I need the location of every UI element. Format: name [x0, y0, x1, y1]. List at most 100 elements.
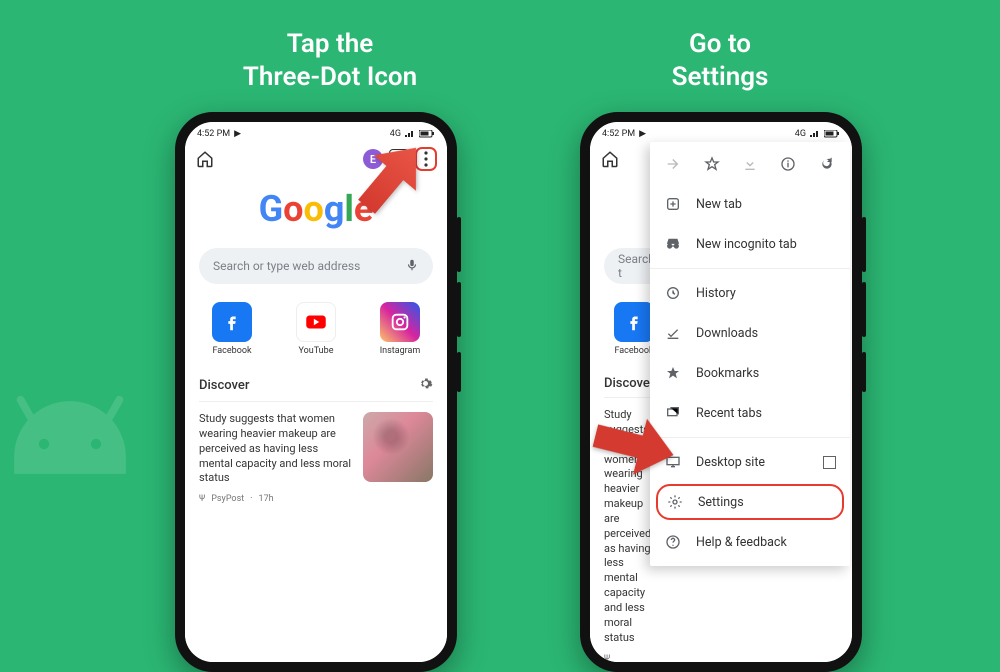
browser-toolbar: E 9: [185, 142, 447, 176]
menu-label: Settings: [698, 495, 744, 510]
menu-label: History: [696, 286, 736, 301]
menu-item-settings[interactable]: Settings: [656, 484, 844, 520]
home-button[interactable]: [600, 149, 620, 169]
info-button[interactable]: [778, 154, 798, 174]
caption-left: Tap the Three-Dot Icon: [170, 28, 490, 93]
menu-item-downloads[interactable]: Downloads: [650, 313, 850, 353]
psi-icon: Ψ: [199, 494, 205, 504]
shortcut-label: Facebook: [204, 346, 260, 356]
status-app-icon: ▶: [234, 129, 241, 139]
menu-item-help[interactable]: Help & feedback: [650, 522, 850, 562]
overflow-menu: New tab New incognito tab History Downlo…: [650, 142, 850, 566]
status-time: 4:52 PM: [197, 129, 230, 139]
search-bar[interactable]: Search or type web address: [199, 248, 433, 284]
power-button[interactable]: [457, 352, 461, 392]
status-net: 4G: [390, 129, 401, 139]
facebook-icon: [212, 302, 252, 342]
menu-label: Desktop site: [696, 455, 765, 470]
menu-item-bookmarks[interactable]: Bookmarks: [650, 353, 850, 393]
article-meta: Ψ: [604, 654, 838, 663]
star-icon: [704, 156, 720, 172]
desktop-checkbox[interactable]: [823, 456, 836, 469]
youtube-icon: [296, 302, 336, 342]
bookmark-button[interactable]: [702, 154, 722, 174]
volume-up-button[interactable]: [862, 217, 866, 272]
plus-square-icon: [664, 195, 682, 213]
tab-switcher-button[interactable]: 9: [389, 149, 409, 169]
caption-right-line2: Settings: [672, 62, 769, 92]
android-watermark: [0, 340, 200, 600]
article-source: PsyPost: [211, 494, 244, 504]
arrow-right-icon: [665, 156, 681, 172]
menu-item-history[interactable]: History: [650, 273, 850, 313]
menu-item-desktop-site[interactable]: Desktop site: [650, 442, 850, 482]
status-app-icon: ▶: [639, 129, 646, 139]
shortcut-instagram[interactable]: Instagram: [372, 302, 428, 356]
menu-label: New tab: [696, 197, 742, 212]
menu-label: Recent tabs: [696, 406, 762, 421]
discover-heading: Discover: [604, 376, 654, 391]
power-button[interactable]: [862, 352, 866, 392]
article-age: 17h: [259, 494, 274, 504]
article-meta: Ψ PsyPost · 17h: [199, 494, 433, 504]
recent-tabs-icon: [664, 404, 682, 422]
volume-down-button[interactable]: [457, 282, 461, 337]
volume-up-button[interactable]: [457, 217, 461, 272]
mic-button[interactable]: [405, 257, 419, 276]
menu-item-incognito[interactable]: New incognito tab: [650, 224, 850, 264]
history-icon: [664, 284, 682, 302]
search-placeholder: Search or type web address: [213, 259, 360, 273]
shortcuts-row: Facebook YouTube Instagram: [185, 302, 447, 356]
google-logo: Google: [185, 188, 447, 230]
help-icon: [664, 533, 682, 551]
incognito-icon: [664, 235, 682, 253]
status-time: 4:52 PM: [602, 129, 635, 139]
shortcut-label: Instagram: [372, 346, 428, 356]
signal-icon: [809, 130, 821, 138]
phone-step-2: 4:52 PM ▶ 4G Google Search or t Fac: [580, 112, 862, 672]
download-icon: [742, 156, 758, 172]
reload-icon: [819, 156, 835, 172]
download-check-icon: [664, 324, 682, 342]
forward-button[interactable]: [663, 154, 683, 174]
profile-avatar[interactable]: E: [363, 149, 383, 169]
phone-step-1: 4:52 PM ▶ 4G E 9 Google Search or t: [175, 112, 457, 672]
status-bar: 4:52 PM ▶ 4G: [185, 122, 447, 142]
status-net: 4G: [795, 129, 806, 139]
star-icon: [664, 364, 682, 382]
menu-label: New incognito tab: [696, 237, 797, 252]
gear-icon: [418, 376, 433, 391]
caption-left-line2: Three-Dot Icon: [243, 62, 417, 92]
battery-icon: [419, 130, 435, 138]
gear-icon: [666, 493, 684, 511]
menu-item-recent-tabs[interactable]: Recent tabs: [650, 393, 850, 433]
caption-right: Go to Settings: [560, 28, 880, 93]
three-dot-icon: [424, 151, 428, 167]
facebook-icon: [614, 302, 654, 342]
article-text: Study suggests that women wearing heavie…: [604, 408, 654, 646]
avatar-initial: E: [370, 153, 376, 166]
volume-down-button[interactable]: [862, 282, 866, 337]
desktop-icon: [664, 453, 682, 471]
three-dot-menu-button[interactable]: [415, 147, 437, 171]
info-icon: [780, 156, 796, 172]
reload-button[interactable]: [817, 154, 837, 174]
home-icon: [196, 150, 214, 168]
home-icon: [601, 150, 619, 168]
home-button[interactable]: [195, 149, 215, 169]
caption-right-line1: Go to: [689, 29, 751, 59]
shortcut-youtube[interactable]: YouTube: [288, 302, 344, 356]
shortcut-facebook[interactable]: Facebook: [204, 302, 260, 356]
signal-icon: [404, 130, 416, 138]
tab-count: 9: [396, 153, 402, 166]
battery-icon: [824, 130, 840, 138]
discover-settings-button[interactable]: [418, 376, 433, 395]
menu-label: Help & feedback: [696, 535, 787, 550]
discover-article[interactable]: Study suggests that women wearing heavie…: [199, 401, 433, 486]
shortcut-label: YouTube: [288, 346, 344, 356]
instagram-icon: [380, 302, 420, 342]
discover-heading: Discover: [199, 378, 249, 393]
menu-label: Bookmarks: [696, 366, 759, 381]
download-button[interactable]: [740, 154, 760, 174]
menu-item-new-tab[interactable]: New tab: [650, 184, 850, 224]
